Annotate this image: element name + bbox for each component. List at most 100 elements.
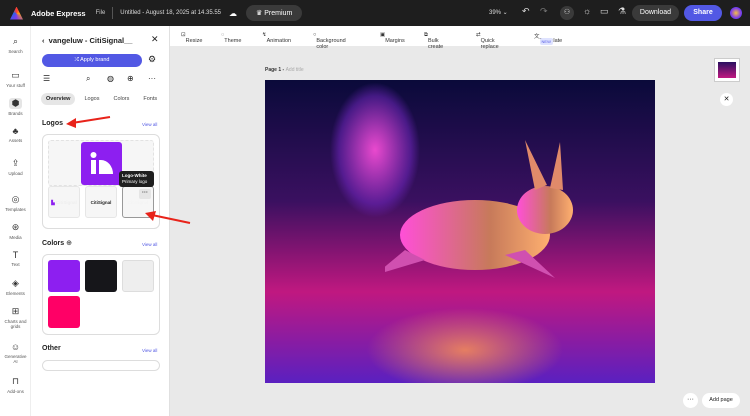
toolbar: ⊡ Resize ◌ Theme ↯ Animation ○ Backgroun…	[170, 26, 750, 50]
toolbar-margins[interactable]: ▣ Margins	[380, 32, 405, 44]
add-color-icon[interactable]: ⊕	[66, 240, 72, 247]
tab-overview[interactable]: Overview	[41, 93, 76, 105]
add-page-button[interactable]: Add page	[702, 393, 740, 408]
left-rail: ⌕ Search ▭ Your stuff ⬢ Brands ♣ Assets ⇪ Upl…	[0, 26, 31, 416]
lightbulb-icon[interactable]: ☼	[583, 6, 591, 16]
logos-view-all[interactable]: View all	[142, 122, 157, 127]
logo-tile-white[interactable]: CitiSignal ···	[122, 186, 154, 218]
add-title[interactable]: Add title	[286, 67, 304, 73]
file-menu[interactable]: File	[96, 10, 106, 16]
rail-brands[interactable]: ⬢ Brands	[0, 98, 31, 116]
rail-label: Templates	[5, 207, 26, 212]
rail-addons[interactable]: ⊓ Add-ons	[0, 376, 31, 394]
folder-icon: ▭	[11, 70, 20, 80]
close-icon[interactable]: ✕	[151, 34, 159, 45]
brand-panel: ‹ vangeluw - CitiSignal__ ✕ ⤮ Apply bran…	[31, 26, 170, 416]
color-swatch[interactable]	[85, 260, 117, 292]
toolbar-translate[interactable]: 文 Translate NEW	[534, 32, 562, 45]
share-brand-icon[interactable]: ◍	[107, 74, 114, 83]
rail-label: Your stuff	[6, 83, 25, 88]
logo-tile[interactable]: ▙ CitiSignal	[48, 186, 80, 218]
rail-label: Brands	[8, 111, 23, 116]
page-thumbnail[interactable]	[714, 58, 740, 82]
add-icon[interactable]: ⊕	[127, 74, 134, 83]
share-button[interactable]: Share	[684, 5, 722, 21]
rail-label: Search	[8, 49, 23, 54]
ai-icon: ☺	[10, 342, 21, 352]
canvas-image[interactable]	[265, 80, 655, 383]
more-icon[interactable]: ···	[683, 393, 698, 408]
color-swatch[interactable]	[48, 260, 80, 292]
search-icon: ⌕	[12, 36, 19, 46]
tab-colors[interactable]: Colors	[108, 93, 134, 105]
adobe-express-logo[interactable]	[10, 6, 23, 20]
zoom-level[interactable]: 39% ⌄	[489, 9, 508, 16]
more-icon[interactable]: ···	[148, 74, 156, 83]
tab-logos[interactable]: Logos	[79, 93, 104, 105]
download-button[interactable]: Download	[632, 5, 679, 21]
toolbar-bulk-create[interactable]: ⧉ Bulk create	[424, 32, 443, 50]
rail-assets[interactable]: ♣ Assets	[0, 126, 31, 143]
text-icon: T	[12, 250, 19, 260]
other-view-all[interactable]: View all	[142, 348, 157, 353]
rail-templates[interactable]: ◎ Templates	[0, 194, 31, 212]
search-icon[interactable]: ⌕	[86, 74, 90, 84]
invite-icon[interactable]: ⚇	[560, 6, 574, 20]
logo-tile[interactable]: CitiSignal	[85, 186, 117, 218]
brand-logo-image	[81, 142, 122, 185]
tab-fonts[interactable]: Fonts	[138, 93, 162, 105]
color-swatch[interactable]	[48, 296, 80, 328]
gear-icon[interactable]: ⚙	[148, 54, 156, 65]
toolbar-resize[interactable]: ⊡ Resize	[181, 32, 202, 44]
apply-brand-button[interactable]: ⤮ Apply brand	[42, 54, 142, 67]
brand-icon: ⬢	[9, 98, 22, 109]
panel-tabs: Overview Logos Colors Fonts	[41, 93, 162, 105]
rail-charts[interactable]: ⊞ Charts and grids	[0, 306, 31, 329]
toolbar-label: Bulk create	[427, 38, 444, 50]
redo-icon[interactable]: ↷	[540, 6, 548, 17]
chart-icon: ⊞	[11, 306, 20, 316]
rail-media[interactable]: ⊛ Media	[0, 222, 31, 240]
sort-icon[interactable]: ☰	[43, 74, 50, 83]
rail-your-stuff[interactable]: ▭ Your stuff	[0, 70, 31, 88]
other-box[interactable]	[42, 360, 160, 371]
flask-icon[interactable]: ⚗	[618, 6, 626, 17]
toolbar-background-color[interactable]: ○ Background color	[313, 32, 346, 50]
undo-icon[interactable]: ↶	[522, 6, 530, 17]
colors-view-all[interactable]: View all	[142, 242, 157, 247]
rail-label: Add-ons	[7, 389, 24, 394]
comment-icon[interactable]: ▭	[600, 6, 609, 17]
templates-icon: ◎	[11, 194, 20, 204]
rail-elements[interactable]: ◈ Elements	[0, 278, 31, 296]
tooltip-title: Logo-White	[122, 173, 147, 178]
document-title[interactable]: Untitled - August 18, 2025 at 14.35.55	[120, 10, 221, 16]
toolbar-quick-replace[interactable]: ⇄ Quick replace	[476, 32, 499, 50]
rail-text[interactable]: T Text	[0, 250, 31, 267]
toolbar-label: Quick replace	[480, 38, 499, 50]
avatar[interactable]	[730, 7, 742, 19]
zoom-value: 39%	[489, 10, 502, 16]
addons-icon: ⊓	[11, 376, 20, 386]
brand-title: vangeluw - CitiSignal__	[48, 36, 133, 45]
color-swatch[interactable]	[122, 260, 154, 292]
page-label: Page 1 - Add title	[265, 67, 304, 73]
rail-search[interactable]: ⌕ Search	[0, 36, 31, 54]
apply-brand-label: Apply brand	[80, 57, 110, 63]
assets-icon: ♣	[12, 126, 19, 136]
toolbar-theme[interactable]: ◌ Theme	[221, 32, 241, 44]
rail-upload[interactable]: ⇪ Upload	[0, 158, 31, 176]
rail-label: Assets	[8, 138, 23, 143]
close-icon[interactable]: ✕	[720, 93, 733, 106]
rail-generative-ai[interactable]: ☺ Generative AI	[0, 342, 31, 364]
tooltip: Logo-White Primary logo	[119, 171, 154, 187]
logo-text: CitiSignal	[127, 200, 149, 205]
rail-label: Upload	[8, 171, 23, 176]
more-options-icon[interactable]: ···	[139, 189, 151, 199]
toolbar-animation[interactable]: ↯ Animation	[262, 32, 291, 44]
media-icon: ⊛	[11, 222, 20, 232]
premium-button[interactable]: ♛ Premium	[246, 5, 303, 21]
upload-icon: ⇪	[11, 158, 20, 168]
page-number: Page 1 -	[265, 67, 286, 73]
cloud-icon: ☁	[229, 8, 238, 18]
back-icon[interactable]: ‹	[42, 36, 45, 45]
